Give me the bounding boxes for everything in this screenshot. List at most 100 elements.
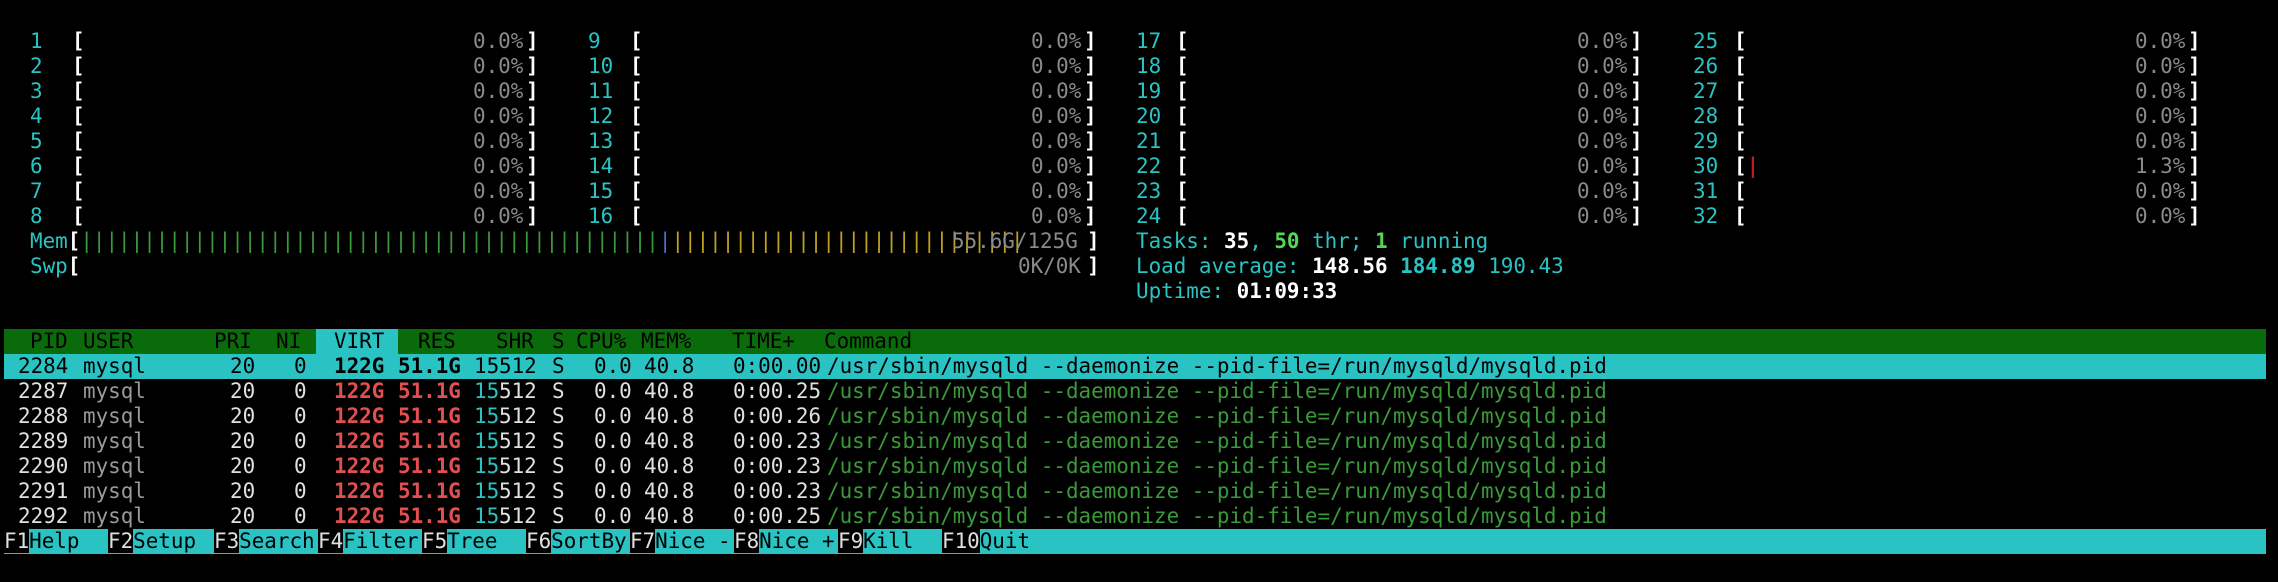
proc-cpu: 0.0 <box>594 379 632 403</box>
fkey-kill-button[interactable]: F9Kill <box>838 529 913 554</box>
col-ni[interactable]: NI <box>276 329 301 354</box>
fkey-quit-button[interactable]: F10Quit <box>942 529 1030 554</box>
proc-user: mysql <box>83 404 146 428</box>
proc-s: S <box>552 454 565 478</box>
proc-user: mysql <box>83 354 146 378</box>
col-shr[interactable]: SHR <box>496 329 534 354</box>
proc-time: 0:00.25 <box>733 504 822 528</box>
proc-shr-b: 512 <box>499 404 537 428</box>
proc-pri: 20 <box>230 454 256 478</box>
proc-user: mysql <box>83 479 146 503</box>
proc-cmd: /usr/sbin/mysqld --daemonize --pid-file=… <box>827 454 1607 478</box>
process-row[interactable]: 2292 mysql 20 0 122G 51.1G 15 512 S 0.0 40.8 0:00.2… <box>4 504 2266 529</box>
col-user[interactable]: USER <box>83 329 133 354</box>
col-command[interactable]: Command <box>824 329 912 354</box>
proc-mem: 40.8 <box>644 379 695 403</box>
cpu-meter: 30 [| 1.3%] <box>1693 154 2201 178</box>
fkey-number: F1 <box>4 529 30 553</box>
process-row-selected[interactable]: 2284 mysql 20 0 122G 51.1G 15 512 S 0.0 40.8 0:00.0… <box>4 354 2266 379</box>
col-virt[interactable]: VIRT <box>316 329 398 354</box>
proc-ni: 0 <box>294 404 307 428</box>
col-pri[interactable]: PRI <box>214 329 252 354</box>
load-5: 184.89 <box>1400 254 1476 278</box>
proc-shr-b: 512 <box>499 454 537 478</box>
col-res[interactable]: RES <box>418 329 456 354</box>
proc-time: 0:00.23 <box>733 479 822 503</box>
proc-s: S <box>552 479 565 503</box>
proc-pid: 2284 <box>18 354 69 378</box>
proc-cpu: 0.0 <box>594 504 632 528</box>
proc-ni: 0 <box>294 429 307 453</box>
proc-mem: 40.8 <box>644 479 695 503</box>
proc-res: 51.1G <box>398 354 461 378</box>
proc-shr-a: 15 <box>474 454 500 478</box>
fkey-label: Nice + <box>759 529 835 553</box>
fkey-nice-button[interactable]: F7Nice - <box>630 529 731 554</box>
column-header[interactable]: PID USER PRI NI VIRT RES SHR S CPU% MEM%… <box>4 329 2266 354</box>
proc-shr-b: 512 <box>499 504 537 528</box>
proc-mem: 40.8 <box>644 504 695 528</box>
cpu-bar: [ <box>1734 104 1747 128</box>
process-row[interactable]: 2291 mysql 20 0 122G 51.1G 15 512 S 0.0 40.8 0:00.2… <box>4 479 2266 504</box>
uptime-line: Uptime: 01:09:33 <box>0 279 1337 304</box>
uptime-label: Uptime: <box>1136 279 1225 303</box>
proc-pri: 20 <box>230 354 256 378</box>
cpu-bar: [ <box>1734 29 1747 53</box>
proc-shr-b: 512 <box>499 354 537 378</box>
fkey-help-button[interactable]: F1Help <box>4 529 79 554</box>
process-row[interactable]: 2290 mysql 20 0 122G 51.1G 15 512 S 0.0 40.8 0:00.2… <box>4 454 2266 479</box>
fkey-setup-button[interactable]: F2Setup <box>108 529 196 554</box>
proc-virt: 122G <box>334 479 385 503</box>
fkey-label: Quit <box>979 529 1031 553</box>
fkey-nice-button[interactable]: F8Nice + <box>734 529 835 554</box>
col-time[interactable]: TIME+ <box>732 329 795 354</box>
fkey-search-button[interactable]: F3Search <box>214 529 315 554</box>
proc-res: 51.1G <box>398 504 461 528</box>
fkey-number: F7 <box>630 529 656 553</box>
proc-pid: 2287 <box>18 379 69 403</box>
mem-label: Mem <box>30 229 68 253</box>
tasks-label: Tasks: <box>1136 229 1212 253</box>
proc-cpu: 0.0 <box>594 429 632 453</box>
proc-pid: 2291 <box>18 479 69 503</box>
htop-terminal: { "cpus": [ {"id": "1", "pct": "0.0%"}, … <box>0 0 2278 582</box>
proc-cmd: /usr/sbin/mysqld --daemonize --pid-file=… <box>827 429 1607 453</box>
fkey-label: Tree <box>447 529 498 553</box>
col-mem[interactable]: MEM% <box>641 329 691 354</box>
col-pid[interactable]: PID <box>30 329 68 354</box>
proc-shr-b: 512 <box>499 429 537 453</box>
fkey-tree-button[interactable]: F5Tree <box>422 529 497 554</box>
proc-s: S <box>552 429 565 453</box>
proc-ni: 0 <box>294 354 307 378</box>
proc-cmd: /usr/sbin/mysqld --daemonize --pid-file=… <box>827 354 1607 378</box>
cpu-number: 30 <box>1693 154 1719 178</box>
proc-cmd: /usr/sbin/mysqld --daemonize --pid-file=… <box>827 479 1607 503</box>
proc-pri: 20 <box>230 479 256 503</box>
proc-pid: 2288 <box>18 404 69 428</box>
fkey-label: Help <box>29 529 80 553</box>
cpu-percent: 0.0% <box>2135 104 2186 128</box>
col-cpu[interactable]: CPU% <box>576 329 626 354</box>
cpu-percent: 0.0% <box>2135 204 2186 228</box>
cpu-meter: 31[0.0%] <box>1693 179 2201 203</box>
process-row[interactable]: 2287 mysql 20 0 122G 51.1G 15 512 S 0.0 40.8 0:00.2… <box>4 379 2266 404</box>
proc-pri: 20 <box>230 379 256 403</box>
col-s[interactable]: S <box>552 329 565 354</box>
proc-res: 51.1G <box>398 429 461 453</box>
proc-user: mysql <box>83 379 146 403</box>
cpu-bar: [| <box>1734 154 1760 178</box>
fkey-sortby-button[interactable]: F6SortBy <box>526 529 627 554</box>
fkey-filter-button[interactable]: F4Filter <box>318 529 419 554</box>
mem-value: 55.6G/125G <box>952 229 1078 253</box>
process-row[interactable]: 2288 mysql 20 0 122G 51.1G 15 512 S 0.0 40.8 0:00.2… <box>4 404 2266 429</box>
fkey-number: F8 <box>734 529 760 553</box>
swp-label: Swp <box>30 254 68 278</box>
proc-pid: 2290 <box>18 454 69 478</box>
proc-res: 51.1G <box>398 379 461 403</box>
proc-shr-a: 15 <box>474 354 500 378</box>
fkey-number: F2 <box>108 529 134 553</box>
proc-user: mysql <box>83 429 146 453</box>
process-row[interactable]: 2289 mysql 20 0 122G 51.1G 15 512 S 0.0 40.8 0:00.2… <box>4 429 2266 454</box>
proc-mem: 40.8 <box>644 454 695 478</box>
mem-bar: ||||||||||||||||||||||||||||||||||||||||… <box>80 229 1024 253</box>
